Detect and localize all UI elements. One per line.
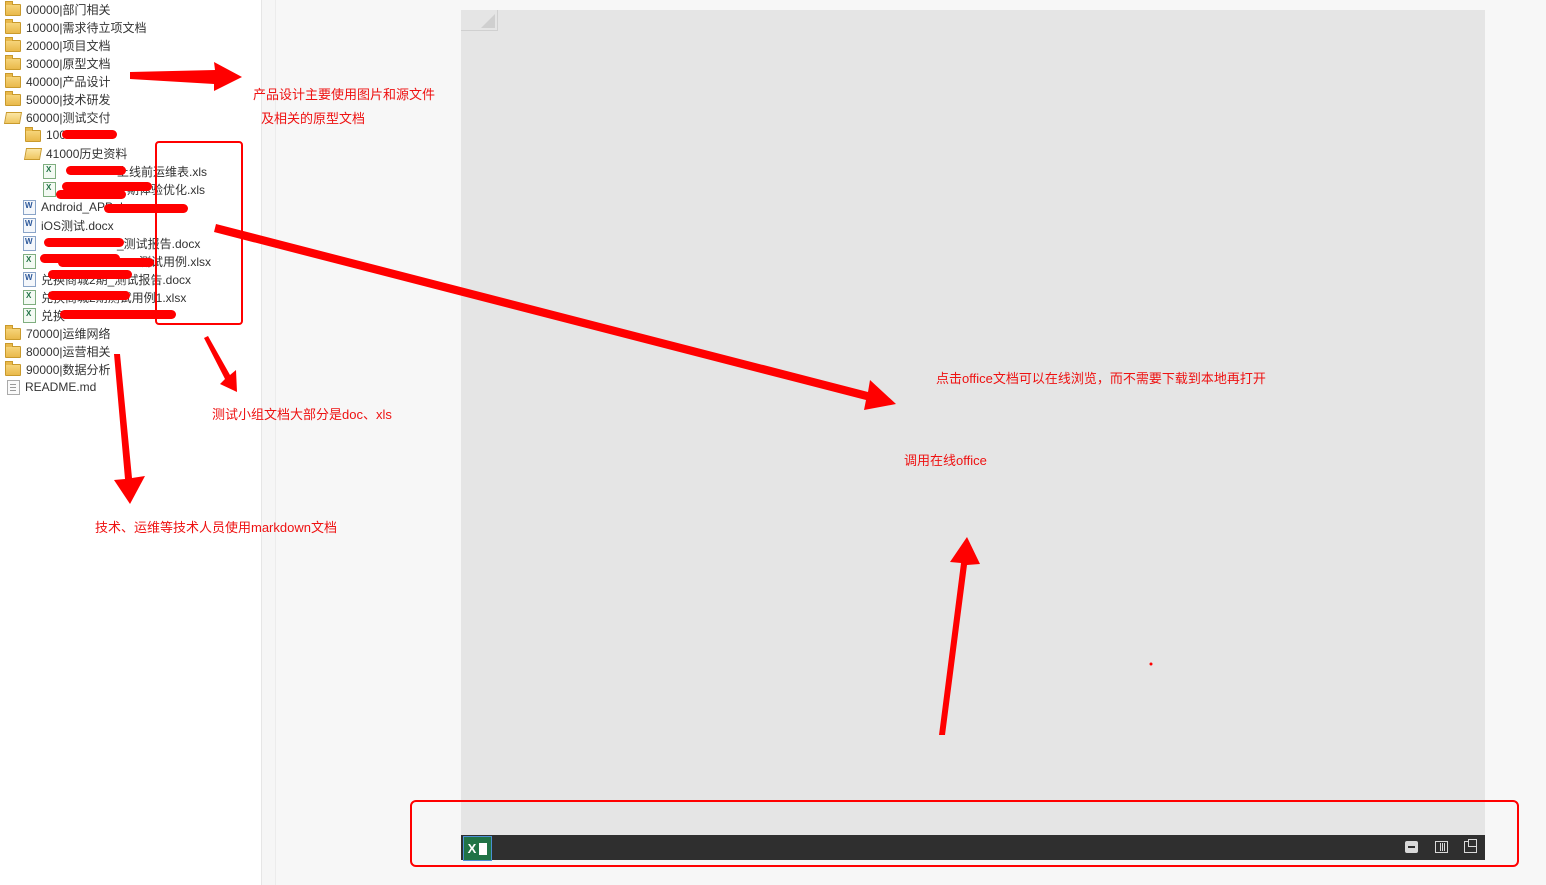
tree-file-ios-doc[interactable]: iOS测试.docx xyxy=(21,216,114,234)
tree-folder-80000[interactable]: 80000|运营相关 xyxy=(5,342,111,360)
tree-folder-40000[interactable]: 40000|产品设计 xyxy=(5,72,111,90)
tree-item-label: 30000|原型文档 xyxy=(26,56,111,71)
tree-item-label: 90000|数据分析 xyxy=(26,362,111,377)
redaction-mark xyxy=(104,204,188,213)
folder-icon xyxy=(5,37,21,52)
redaction-mark xyxy=(66,166,126,175)
annotation-product-design-1: 产品设计主要使用图片和源文件 xyxy=(253,87,436,102)
folder-icon xyxy=(5,91,21,106)
folder-open-icon xyxy=(23,148,43,160)
word-file-icon xyxy=(23,199,36,215)
annotation-office-preview: 点击office文档可以在线浏览，而不需要下载到本地再打开 xyxy=(936,371,1266,386)
word-file-icon xyxy=(23,235,36,251)
annotation-tech-markdown: 技术、运维等技术人员使用markdown文档 xyxy=(95,520,337,535)
folder-icon xyxy=(5,325,21,340)
redaction-mark xyxy=(56,190,126,199)
folder-icon xyxy=(5,1,21,16)
tree-item-label: 10000|需求待立项文档 xyxy=(26,20,147,35)
annotation-product-design-2: 及相关的原型文档 xyxy=(261,111,366,126)
folder-icon xyxy=(5,343,21,358)
tree-folder-10000[interactable]: 10000|需求待立项文档 xyxy=(5,18,147,36)
tree-item-label: _测试报告.docx xyxy=(117,236,201,251)
tree-folder-20000[interactable]: 20000|项目文档 xyxy=(5,36,111,54)
tree-item-label: 70000|运维网络 xyxy=(26,326,111,341)
tree-item-label: 40000|产品设计 xyxy=(26,74,111,89)
redaction-mark xyxy=(62,130,117,139)
tree-folder-00000[interactable]: 00000|部门相关 xyxy=(5,0,111,18)
popout-icon[interactable] xyxy=(1464,839,1477,853)
word-file-icon xyxy=(23,271,36,287)
excel-icon[interactable]: X xyxy=(463,836,492,861)
tree-folder-70000[interactable]: 70000|运维网络 xyxy=(5,324,111,342)
print-icon[interactable] xyxy=(1405,841,1418,853)
annotation-office-online: 调用在线office xyxy=(904,453,987,468)
folder-icon xyxy=(5,55,21,70)
excel-file-icon xyxy=(43,163,56,179)
folder-icon xyxy=(5,361,21,376)
page-corner xyxy=(461,10,498,31)
redaction-mark xyxy=(44,238,124,247)
viewer-status-bar: X xyxy=(461,835,1485,861)
tree-file-mall-sheet[interactable]: 兑换 xyxy=(21,306,65,324)
redaction-mark xyxy=(48,270,132,279)
tree-folder-100[interactable]: 100 xyxy=(25,126,66,144)
markdown-file-icon xyxy=(7,379,20,395)
tree-item-label: iOS测试.docx xyxy=(41,218,114,233)
excel-file-icon xyxy=(23,289,36,305)
folder-icon xyxy=(5,19,21,34)
tree-item-label: 50000|技术研发 xyxy=(26,92,111,107)
tree-folder-60000[interactable]: 60000|测试交付 xyxy=(3,108,111,126)
office-online-viewer[interactable] xyxy=(461,10,1485,835)
tree-item-label: 60000|测试交付 xyxy=(26,110,111,125)
tree-item-label: README.md xyxy=(25,380,97,394)
tree-item-label: 20000|项目文档 xyxy=(26,38,111,53)
tree-item-label: 上线前运维表.xls xyxy=(117,164,208,179)
tree-folder-50000[interactable]: 50000|技术研发 xyxy=(5,90,111,108)
word-file-icon xyxy=(23,217,36,233)
redaction-mark xyxy=(48,291,130,300)
reading-view-icon[interactable] xyxy=(1435,841,1448,853)
tree-file-readme[interactable]: README.md xyxy=(5,378,96,396)
tree-item-label: 00000|部门相关 xyxy=(26,2,111,17)
tree-item-label: 41000历史资料 xyxy=(46,146,128,161)
tree-item-label: 80000|运营相关 xyxy=(26,344,111,359)
folder-open-icon xyxy=(3,112,23,124)
redaction-mark xyxy=(58,258,154,267)
tree-folder-41000[interactable]: 41000历史资料 xyxy=(23,144,128,162)
folder-icon xyxy=(25,127,41,142)
tree-folder-90000[interactable]: 90000|数据分析 xyxy=(5,360,111,378)
annotation-test-docs: 测试小组文档大部分是doc、xls xyxy=(212,407,392,422)
tree-folder-30000[interactable]: 30000|原型文档 xyxy=(5,54,111,72)
redaction-mark xyxy=(60,310,176,319)
excel-file-icon xyxy=(23,307,36,323)
folder-icon xyxy=(5,73,21,88)
excel-file-icon xyxy=(23,253,36,269)
file-tree-sidebar: 00000|部门相关 10000|需求待立项文档 20000|项目文档 3000… xyxy=(0,0,262,885)
excel-file-icon xyxy=(43,181,56,197)
